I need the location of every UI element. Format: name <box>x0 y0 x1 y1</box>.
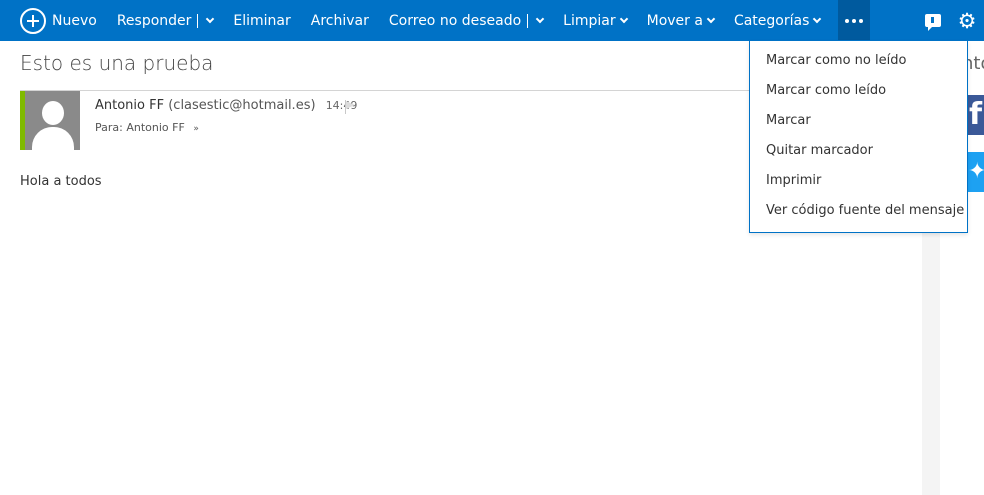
menu-item-mark-unread[interactable]: Marcar como no leído <box>750 46 967 76</box>
recipient-line: Para: Antonio FF » <box>95 121 199 134</box>
new-message-button[interactable]: Nuevo <box>0 0 107 41</box>
sender-line: Antonio FF (clasestic@hotmail.es) 14:49 <box>95 98 357 113</box>
move-to-label: Mover a <box>646 12 703 29</box>
more-actions-menu: Marcar como no leído Marcar como leído M… <box>749 40 968 233</box>
junk-separator <box>527 13 529 28</box>
avatar-head-icon <box>42 101 64 125</box>
reply-label: Responder <box>116 12 192 29</box>
to-label: Para: <box>95 121 123 134</box>
sweep-button[interactable]: Limpiar <box>553 0 636 41</box>
plus-circle-icon <box>20 7 46 34</box>
flag-cloth <box>346 101 355 109</box>
delete-button[interactable]: Eliminar <box>223 0 300 41</box>
message-subject: Esto es una prueba <box>20 51 214 75</box>
avatar-body-icon <box>32 127 74 150</box>
ellipsis-icon <box>845 18 850 23</box>
command-toolbar: Nuevo Responder Eliminar Archivar Correo… <box>0 0 984 41</box>
menu-item-print[interactable]: Imprimir <box>750 166 967 196</box>
menu-item-unflag[interactable]: Quitar marcador <box>750 136 967 166</box>
sender-avatar[interactable] <box>20 91 80 150</box>
chevron-down-icon <box>706 14 716 23</box>
archive-label: Archivar <box>310 12 369 29</box>
message-body: Hola a todos <box>20 174 102 189</box>
chevron-down-icon[interactable] <box>206 14 215 23</box>
archive-button[interactable]: Archivar <box>301 0 379 41</box>
chevron-down-icon <box>813 14 822 23</box>
gear-icon: ⚙ <box>957 8 977 33</box>
sender-email: (clasestic@hotmail.es) <box>168 98 316 113</box>
categories-button[interactable]: Categorías <box>724 0 830 41</box>
more-actions-button[interactable] <box>838 0 871 41</box>
recipient-name[interactable]: Antonio FF <box>126 121 184 134</box>
expand-recipients-icon[interactable]: » <box>193 124 199 134</box>
new-message-label: Nuevo <box>52 12 97 29</box>
menu-item-flag[interactable]: Marcar <box>750 106 967 136</box>
flag-icon[interactable] <box>345 100 357 114</box>
toolbar-right-group: ⚙ <box>916 0 984 41</box>
move-to-button[interactable]: Mover a <box>637 0 724 41</box>
delete-label: Eliminar <box>233 12 291 29</box>
junk-button[interactable]: Correo no deseado <box>379 0 553 41</box>
chat-button[interactable] <box>916 0 950 41</box>
ellipsis-icon <box>852 18 857 23</box>
menu-item-view-source[interactable]: Ver código fuente del mensaje <box>750 196 967 226</box>
chevron-down-icon[interactable] <box>535 14 545 23</box>
chat-icon <box>925 14 941 31</box>
settings-button[interactable]: ⚙ <box>950 0 984 41</box>
ellipsis-icon <box>859 18 864 23</box>
reply-button[interactable]: Responder <box>107 0 224 41</box>
chevron-down-icon <box>619 14 628 23</box>
junk-label: Correo no deseado <box>388 12 522 29</box>
reply-separator <box>197 13 199 28</box>
menu-item-mark-read[interactable]: Marcar como leído <box>750 76 967 106</box>
sender-name[interactable]: Antonio FF <box>95 98 164 113</box>
sweep-label: Limpiar <box>563 12 616 29</box>
categories-label: Categorías <box>733 12 810 29</box>
